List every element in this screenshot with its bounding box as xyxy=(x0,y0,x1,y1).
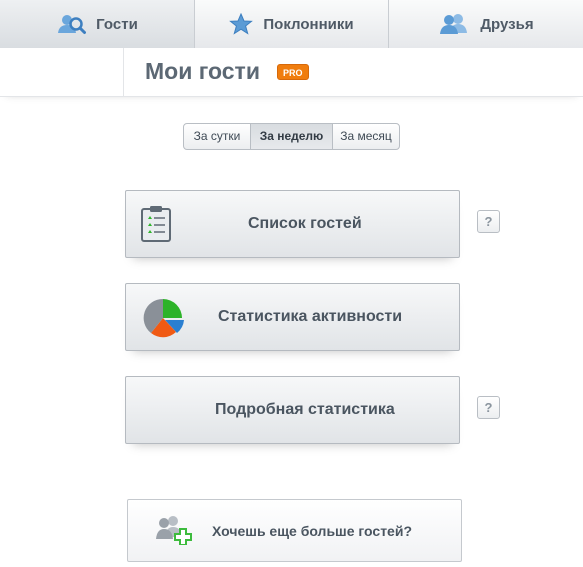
page-title: Мои гости xyxy=(145,58,260,84)
tab-guests-label: Гости xyxy=(96,15,138,33)
more-guests-button[interactable]: Хочешь еще больше гостей? xyxy=(127,499,462,562)
activity-stats-label: Статистика активности xyxy=(218,308,403,325)
guest-list-button[interactable]: Список гостей xyxy=(125,190,460,258)
activity-stats-button[interactable]: Статистика активности xyxy=(125,283,460,351)
tab-friends-label: Друзья xyxy=(480,15,534,33)
tab-bar: Гости Поклонники Друзья xyxy=(0,0,583,48)
period-selector: За сутки За неделю За месяц xyxy=(183,123,400,150)
add-people-icon xyxy=(154,515,194,550)
people-icon xyxy=(438,13,470,35)
guest-list-help-button[interactable]: ? xyxy=(477,210,500,233)
header-divider xyxy=(123,48,124,96)
detailed-stats-label: Подробная статистика xyxy=(215,401,395,418)
tab-fans-label: Поклонники xyxy=(263,15,354,33)
page-header: Мои гости PRO xyxy=(0,48,583,97)
guest-list-label: Список гостей xyxy=(248,215,362,232)
clipboard-icon xyxy=(140,206,172,247)
star-icon xyxy=(229,13,254,35)
tab-fans[interactable]: Поклонники xyxy=(195,0,389,48)
more-guests-label: Хочешь еще больше гостей? xyxy=(212,523,413,539)
tab-guests[interactable]: Гости xyxy=(0,0,195,48)
tab-friends[interactable]: Друзья xyxy=(389,0,583,48)
period-week[interactable]: За неделю xyxy=(251,124,333,149)
detailed-stats-help-button[interactable]: ? xyxy=(477,396,500,419)
detailed-stats-button[interactable]: Подробная статистика xyxy=(125,376,460,444)
period-day[interactable]: За сутки xyxy=(184,124,251,149)
magnifier-people-icon xyxy=(56,13,87,35)
pro-badge: PRO xyxy=(277,64,309,80)
pie-chart-icon xyxy=(141,297,185,344)
period-month[interactable]: За месяц xyxy=(333,124,399,149)
